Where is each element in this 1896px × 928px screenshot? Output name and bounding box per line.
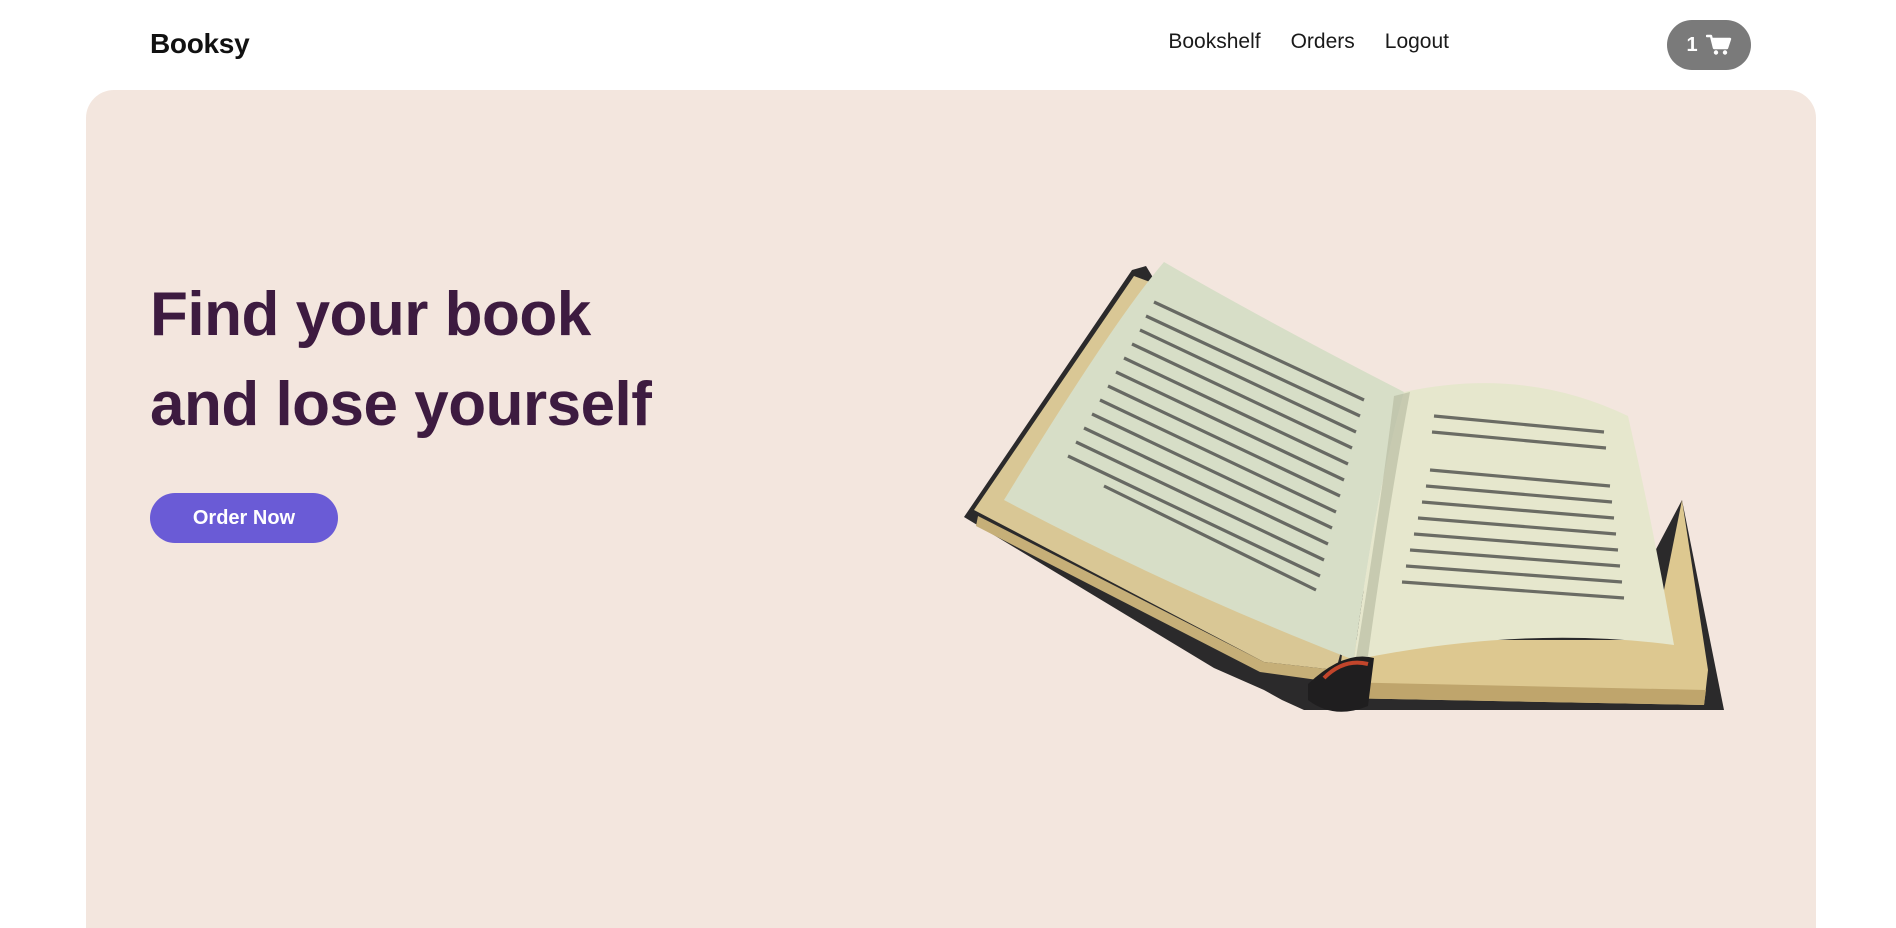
nav-link-logout[interactable]: Logout (1385, 30, 1449, 54)
hero-title: Find your book and lose yourself (150, 270, 652, 450)
cart-button[interactable]: 1 (1667, 20, 1751, 70)
hero-title-line-1: Find your book (150, 280, 591, 349)
hero-section: Find your book and lose yourself Order N… (86, 90, 1816, 928)
cart-count-badge: 1 (1686, 33, 1698, 56)
nav-link-bookshelf[interactable]: Bookshelf (1168, 30, 1260, 54)
nav-link-orders[interactable]: Orders (1291, 30, 1355, 54)
cart-icon (1705, 34, 1732, 56)
order-now-button[interactable]: Order Now (150, 493, 338, 543)
main-nav: Bookshelf Orders Logout (1168, 30, 1449, 54)
brand-logo[interactable]: Booksy (150, 28, 250, 60)
top-navbar: Booksy Bookshelf Orders Logout 1 (0, 0, 1896, 90)
open-book-image (964, 262, 1724, 712)
hero-title-line-2: and lose yourself (150, 370, 652, 439)
